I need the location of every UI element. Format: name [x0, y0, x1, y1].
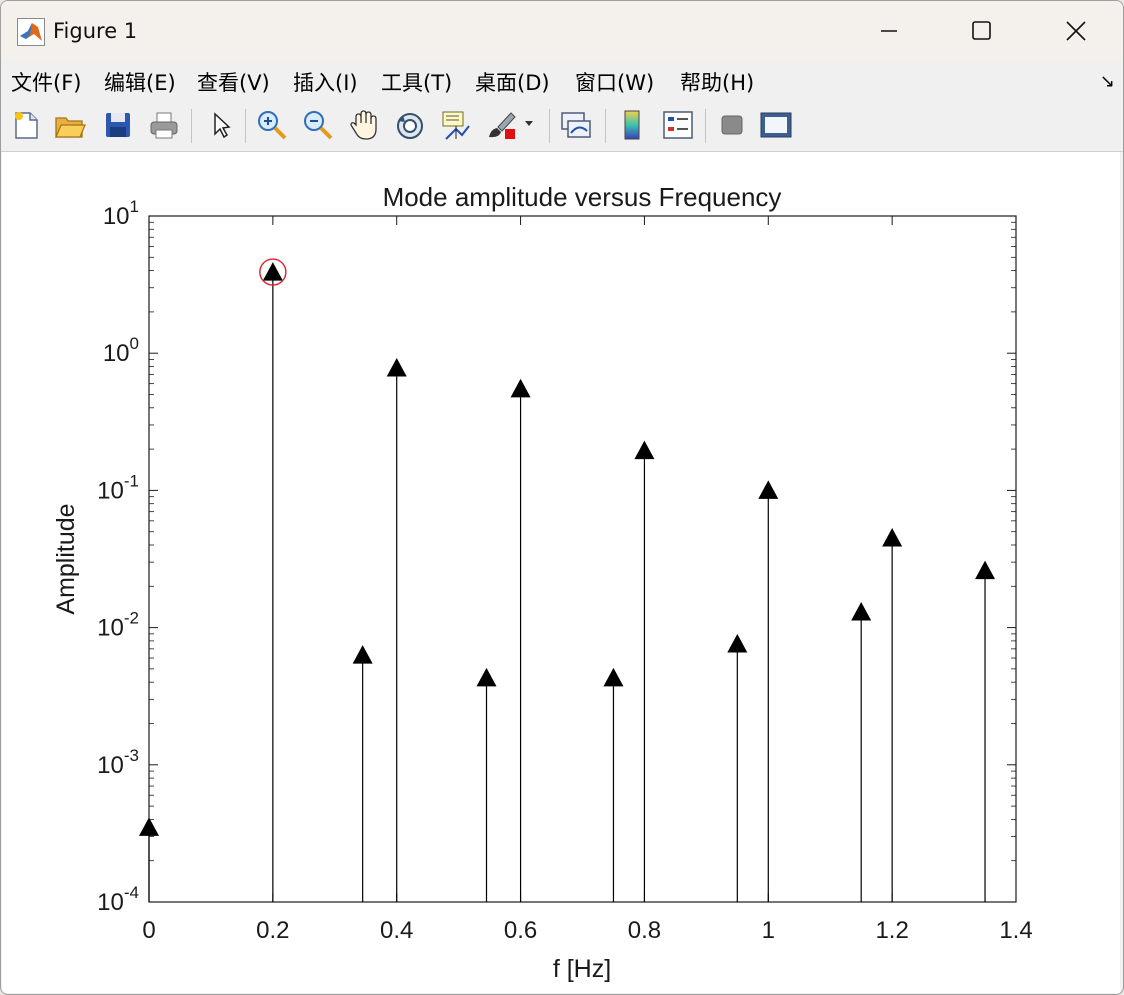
x-tick-label: 1: [762, 917, 775, 944]
colorbar-icon[interactable]: [615, 108, 649, 142]
x-tick-label: 0.6: [504, 917, 537, 944]
show-plot-tools-icon[interactable]: [759, 108, 793, 142]
toolbar-separator: [245, 109, 246, 143]
toolbar-separator: [191, 109, 192, 143]
maximize-icon: [972, 21, 991, 40]
x-tick-label: 0.2: [256, 917, 289, 944]
x-tick-label: 0: [142, 917, 155, 944]
menu-view[interactable]: 查看(V): [197, 67, 270, 97]
figure-canvas: Mode amplitude versus Frequency 0 0.2 0.4 0…: [2, 152, 1120, 993]
menu-file[interactable]: 文件(F): [11, 67, 81, 97]
title-bar: Figure 1: [1, 1, 1123, 61]
open-file-icon[interactable]: [53, 108, 87, 142]
toolbar-separator: [605, 109, 606, 143]
x-axis-label: f [Hz]: [553, 955, 611, 983]
hide-plot-tools-icon[interactable]: [715, 108, 749, 142]
y-axis-label: Amplitude: [52, 503, 80, 614]
y-tick-label: 100: [103, 334, 139, 367]
menu-bar: 文件(F) 编辑(E) 查看(V) 插入(I) 工具(T) 桌面(D) 窗口(W…: [1, 61, 1123, 101]
y-tick-label: 101: [103, 197, 139, 230]
toolbar-separator: [549, 109, 550, 143]
menu-tools[interactable]: 工具(T): [381, 67, 452, 97]
legend-icon[interactable]: [661, 108, 695, 142]
y-tick-label: 10-1: [97, 471, 139, 504]
menu-edit[interactable]: 编辑(E): [104, 67, 176, 97]
x-tick-label: 1.4: [999, 917, 1032, 944]
menu-desktop[interactable]: 桌面(D): [475, 67, 550, 97]
figure-window: Figure 1 文件(F) 编辑(E) 查看(V) 插入(I) 工具(T) 桌…: [0, 0, 1124, 995]
rotate-3d-icon[interactable]: [393, 108, 427, 142]
y-tick-labels: 10-4 10-3 10-2 10-1 100 101: [97, 197, 139, 916]
x-tick-label: 0.8: [628, 917, 661, 944]
minimize-icon: [881, 30, 897, 32]
dock-arrow-icon[interactable]: ↘: [1100, 71, 1115, 92]
stem-plot: Mode amplitude versus Frequency 0 0.2 0.4 0…: [52, 182, 1033, 983]
y-tick-label: 10-3: [97, 746, 139, 779]
chart-title: Mode amplitude versus Frequency: [383, 182, 782, 212]
plot-axes-box: [148, 215, 1017, 903]
print-icon[interactable]: [147, 108, 181, 142]
brush-icon[interactable]: [485, 108, 535, 142]
y-tick-label: 10-4: [97, 883, 139, 916]
menu-window[interactable]: 窗口(W): [575, 67, 654, 97]
x-tick-labels: 0 0.2 0.4 0.6 0.8 1 1.2 1.4: [142, 917, 1032, 944]
link-plot-icon[interactable]: [559, 108, 593, 142]
menu-insert[interactable]: 插入(I): [293, 67, 358, 97]
save-icon[interactable]: [101, 108, 135, 142]
new-figure-icon[interactable]: [9, 108, 43, 142]
x-tick-label: 1.2: [875, 917, 908, 944]
pointer-icon[interactable]: [203, 108, 237, 142]
x-tick-label: 0.4: [380, 917, 413, 944]
matlab-logo-icon: [17, 18, 45, 46]
minimize-button[interactable]: [866, 11, 912, 51]
toolbar-separator: [705, 109, 706, 143]
maximize-button[interactable]: [959, 11, 1005, 51]
pan-hand-icon[interactable]: [347, 108, 381, 142]
data-cursor-icon[interactable]: [439, 108, 473, 142]
close-button[interactable]: [1053, 11, 1099, 51]
toolbar: [1, 101, 1123, 152]
close-icon: [1066, 21, 1086, 41]
zoom-in-icon[interactable]: [255, 108, 289, 142]
zoom-out-icon[interactable]: [301, 108, 335, 142]
y-tick-label: 10-2: [97, 609, 139, 642]
window-title: Figure 1: [53, 19, 138, 43]
menu-help[interactable]: 帮助(H): [680, 67, 754, 97]
